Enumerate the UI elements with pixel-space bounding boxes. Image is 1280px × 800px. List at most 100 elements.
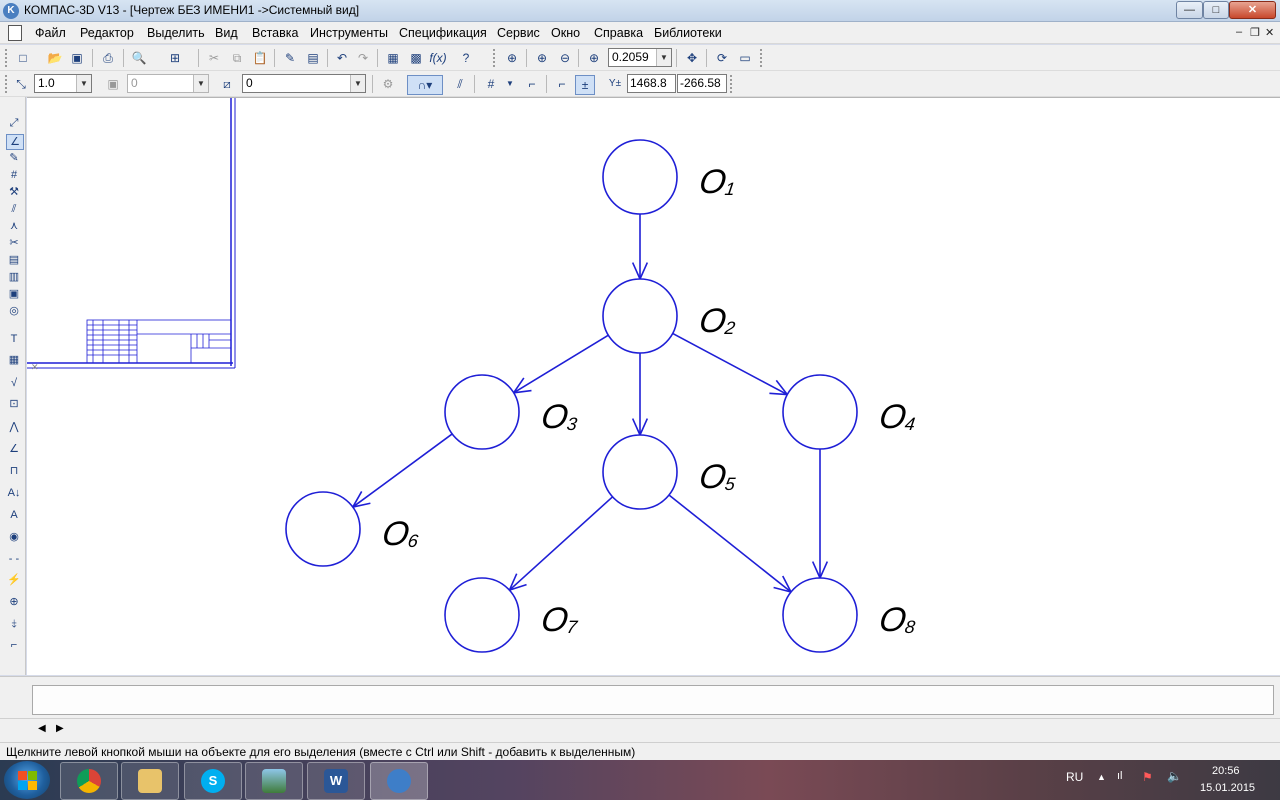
roughness-icon[interactable]: √ (6, 376, 22, 390)
taskbar-explorer[interactable] (121, 762, 179, 800)
zoom-combo[interactable]: 0.2059 ▼ (608, 48, 672, 67)
scroll-left-icon[interactable]: ◀ (38, 723, 46, 734)
zoom-in-icon[interactable]: ⊕ (533, 49, 551, 67)
axis-line-icon[interactable]: - - (6, 552, 22, 566)
menu-editor[interactable]: Редактор (80, 26, 134, 40)
associative-view-icon[interactable]: ✂ (6, 236, 22, 250)
node-1-circle[interactable] (602, 139, 678, 215)
node-6-circle[interactable] (285, 491, 361, 567)
copy-icon[interactable]: ⧉ (228, 49, 246, 67)
new-document-icon[interactable]: □ (14, 49, 32, 67)
style-icon[interactable]: ⧄ (218, 75, 236, 93)
coord-y-field[interactable]: -266.58 (677, 74, 727, 93)
chevron-down-icon[interactable]: ▼ (501, 75, 519, 93)
drawing-canvas[interactable]: ✕ O1 O2 O3 O4 O5 O6 O7 O8 (27, 97, 1280, 675)
local-snap-icon[interactable]: ⫽ (451, 75, 469, 93)
tolerance-icon[interactable]: ⊓ (6, 464, 22, 478)
snap-magnet-icon[interactable]: ∩▾ (407, 75, 443, 95)
dimensions-icon[interactable]: ∠ (6, 134, 24, 150)
node-4-circle[interactable] (782, 374, 858, 450)
datum-icon[interactable]: ⊡ (6, 397, 22, 411)
undo-icon[interactable]: ↶ (333, 49, 351, 67)
corner-icon[interactable]: ⌐ (6, 638, 22, 652)
menu-view[interactable]: Вид (215, 26, 238, 40)
spec-panel-icon[interactable]: ▤ (6, 253, 22, 267)
menu-tools[interactable]: Инструменты (310, 26, 388, 40)
leader-icon[interactable]: ⋀ (6, 420, 22, 434)
taskbar-skype[interactable]: S (184, 762, 242, 800)
layer-icon[interactable]: ▣ (104, 75, 122, 93)
help-pointer-icon[interactable]: ? (457, 49, 475, 67)
chevron-down-icon[interactable]: ▼ (193, 75, 208, 92)
cut-icon[interactable]: ✂ (205, 49, 223, 67)
toolbar-grip[interactable] (493, 49, 499, 67)
volume-icon[interactable]: 🔈 (1167, 769, 1182, 783)
zoom-out-icon[interactable]: ⊖ (556, 49, 574, 67)
menu-window[interactable]: Окно (551, 26, 580, 40)
text-icon[interactable]: T (6, 332, 22, 346)
lightning-icon[interactable]: ⚡ (6, 573, 22, 587)
node-5-circle[interactable] (602, 434, 678, 510)
round-icon[interactable]: ± (575, 75, 595, 95)
pan-icon[interactable]: ✥ (683, 49, 701, 67)
save-icon[interactable]: ▣ (68, 49, 86, 67)
marker-icon[interactable]: ⤈ (6, 617, 22, 631)
position-icon[interactable]: ∠ (6, 442, 22, 456)
mdi-restore-button[interactable]: ❐ (1250, 26, 1260, 39)
layer-combo[interactable]: 0 ▼ (127, 74, 209, 93)
designations-icon[interactable]: ✎ (6, 151, 22, 165)
minimize-button[interactable]: — (1176, 1, 1203, 19)
menu-file[interactable]: Файл (35, 26, 66, 40)
geometry-icon[interactable]: ⤢ (6, 116, 22, 130)
coord-x-field[interactable]: 1468.8 (627, 74, 676, 93)
wave-icon[interactable]: ◉ (6, 530, 22, 544)
scale-icon[interactable]: ⤡ (12, 75, 30, 93)
center-mark-icon[interactable]: ⊕ (6, 595, 22, 609)
scroll-right-icon[interactable]: ▶ (56, 723, 64, 734)
editing-icon[interactable]: # (6, 168, 22, 182)
start-button[interactable] (4, 761, 50, 799)
chevron-down-icon[interactable]: ▼ (350, 75, 365, 92)
toolbar-grip[interactable] (760, 49, 766, 67)
language-indicator[interactable]: RU (1066, 770, 1083, 784)
toolbar-grip[interactable] (730, 75, 736, 93)
node-2-circle[interactable] (602, 278, 678, 354)
local-cs-icon[interactable]: ⌐ (523, 75, 541, 93)
network-icon[interactable]: ıl (1117, 770, 1123, 782)
menu-libraries[interactable]: Библиотеки (654, 26, 722, 40)
insertions-icon[interactable]: ▣ (6, 287, 22, 301)
parametric-icon[interactable]: ⚙ (379, 75, 397, 93)
menu-help[interactable]: Справка (594, 26, 643, 40)
grid-icon[interactable]: # (482, 75, 500, 93)
clock-time[interactable]: 20:56 (1212, 765, 1240, 777)
node-7-circle[interactable] (444, 577, 520, 653)
function-icon[interactable]: f(x) (429, 49, 447, 67)
fragment-icon[interactable]: ◎ (6, 304, 22, 318)
menu-specification[interactable]: Спецификация (399, 26, 487, 40)
chevron-down-icon[interactable]: ▼ (656, 49, 671, 66)
select-icon[interactable]: ⋏ (6, 219, 22, 233)
print-icon[interactable]: ⎙ (99, 49, 117, 67)
paste-icon[interactable]: 📋 (251, 49, 269, 67)
reports-icon[interactable]: ▥ (6, 270, 22, 284)
maximize-button[interactable]: □ (1203, 1, 1229, 19)
measure-icon[interactable]: ⫽ (6, 202, 22, 216)
library-manager-icon[interactable]: ▦ (384, 49, 402, 67)
zoom-fit-icon[interactable]: ⊕ (503, 49, 521, 67)
refresh-view-icon[interactable]: ⟳ (713, 49, 731, 67)
spec-icon[interactable]: ▩ (407, 49, 425, 67)
variables-icon[interactable]: ▤ (304, 49, 322, 67)
manager-icon[interactable]: ⊞ (166, 49, 184, 67)
kompas-logo-icon[interactable]: K (3, 3, 19, 19)
close-button[interactable]: ✕ (1229, 1, 1276, 19)
print-preview-icon[interactable]: 🔍 (130, 49, 148, 67)
view-icon[interactable]: ▭ (736, 49, 754, 67)
parametrization-icon[interactable]: ⚒ (6, 185, 22, 199)
menu-service[interactable]: Сервис (497, 26, 540, 40)
document-icon[interactable] (8, 25, 22, 41)
taskbar-chrome[interactable] (60, 762, 118, 800)
node-8-circle[interactable] (782, 577, 858, 653)
view-arrow-icon[interactable]: A↓ (6, 486, 22, 500)
toolbar-grip[interactable] (5, 75, 11, 93)
toolbar-grip[interactable] (5, 49, 11, 67)
